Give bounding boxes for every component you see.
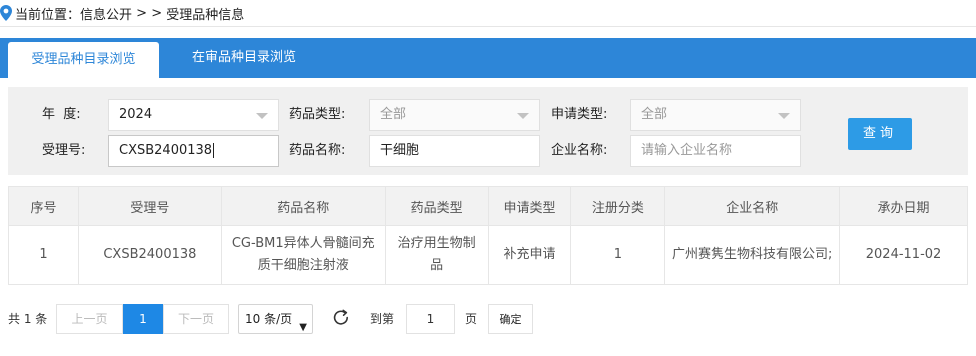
column-header-drug-type: 药品类型 [384, 186, 489, 226]
drug-type-label: 药品类型: [289, 107, 346, 122]
current-page-button[interactable]: 1 [123, 304, 163, 334]
next-page-button[interactable]: 下一页 [163, 304, 229, 334]
breadcrumb-current: 受理品种信息 [166, 7, 245, 23]
column-header-company: 企业名称 [664, 186, 841, 226]
drug-name-label: 药品名称: [289, 143, 346, 158]
cell-reg-class: 1 [570, 225, 666, 285]
breadcrumb: 当前位置： 信息公开 > > 受理品种信息 [0, 0, 976, 26]
apply-type-label: 申请类型: [551, 107, 608, 122]
cell-accept-no: CXSB2400138 [77, 225, 222, 285]
cell-company: 广州赛隽生物科技有限公司; [664, 225, 841, 285]
column-header-reg-class: 注册分类 [570, 186, 666, 226]
tab-bar: 受理品种目录浏览 在审品种目录浏览 [0, 38, 976, 78]
search-button[interactable]: 查询 [848, 118, 912, 150]
apply-type-select[interactable]: 全部 [630, 99, 801, 131]
cell-apply-type: 补充申请 [487, 225, 572, 285]
table-row[interactable]: 1 CXSB2400138 CG-BM1异体人骨髓间充质干细胞注射液 治疗用生物… [8, 225, 968, 285]
apply-type-value: 全部 [641, 107, 668, 122]
tab-under-review-catalog[interactable]: 在审品种目录浏览 [170, 38, 318, 78]
cell-drug-name: CG-BM1异体人骨髓间充质干细胞注射液 [220, 225, 386, 285]
column-header-accept-no: 受理号 [77, 186, 222, 226]
chevron-down-icon [517, 113, 529, 119]
goto-suffix: 页 [465, 312, 478, 326]
cell-drug-type: 治疗用生物制品 [384, 225, 489, 285]
text-cursor [213, 143, 215, 158]
accept-no-value: CXSB2400138 [119, 143, 213, 158]
results-table: 序号 受理号 药品名称 药品类型 申请类型 注册分类 企业名称 承办日期 1 C… [8, 186, 968, 285]
accept-no-input[interactable]: CXSB2400138 [108, 135, 279, 167]
company-label: 企业名称: [551, 143, 608, 158]
drug-type-value: 全部 [380, 107, 407, 122]
total-count: 共 1 条 [8, 312, 48, 326]
column-header-index: 序号 [8, 186, 79, 226]
accept-no-label: 受理号: [42, 143, 86, 158]
year-select[interactable]: 2024 [108, 99, 279, 131]
column-header-apply-type: 申请类型 [487, 186, 572, 226]
location-pin-icon [0, 5, 12, 21]
refresh-icon[interactable] [331, 308, 351, 328]
chevron-down-icon: ▼ [299, 322, 307, 333]
cell-date: 2024-11-02 [839, 225, 968, 285]
filter-panel: 年 度: 2024 药品类型: 全部 申请类型: 全部 受理号: CXSB240… [8, 87, 968, 175]
chevron-down-icon [256, 113, 268, 119]
chevron-down-icon [778, 113, 790, 119]
tab-accepted-catalog[interactable]: 受理品种目录浏览 [8, 42, 159, 78]
drug-name-value: 干细胞 [380, 143, 420, 158]
pagination: 共 1 条 上一页 1 下一页 10 条/页 ▼ 到第 1 页 确定 [0, 304, 976, 334]
goto-confirm-button[interactable]: 确定 [488, 304, 533, 334]
cell-index: 1 [8, 225, 79, 285]
column-header-drug-name: 药品名称 [220, 186, 386, 226]
year-value: 2024 [119, 107, 153, 122]
page-size-select[interactable]: 10 条/页 ▼ [238, 304, 313, 334]
year-label: 年 度: [42, 107, 81, 122]
company-placeholder: 请输入企业名称 [641, 143, 733, 158]
breadcrumb-prefix: 当前位置： [15, 7, 81, 23]
prev-page-button[interactable]: 上一页 [56, 304, 123, 334]
goto-page-input[interactable]: 1 [406, 304, 455, 334]
drug-type-select[interactable]: 全部 [369, 99, 540, 131]
column-header-date: 承办日期 [839, 186, 968, 226]
table-header-row: 序号 受理号 药品名称 药品类型 申请类型 注册分类 企业名称 承办日期 [8, 186, 968, 226]
breadcrumb-section[interactable]: 信息公开 [80, 4, 132, 23]
header-divider [0, 26, 976, 27]
drug-name-input[interactable]: 干细胞 [369, 135, 540, 167]
page-size-value: 10 条/页 [245, 312, 293, 326]
goto-prefix: 到第 [370, 312, 395, 326]
company-input[interactable]: 请输入企业名称 [630, 135, 801, 167]
breadcrumb-separator: > > [132, 5, 167, 21]
